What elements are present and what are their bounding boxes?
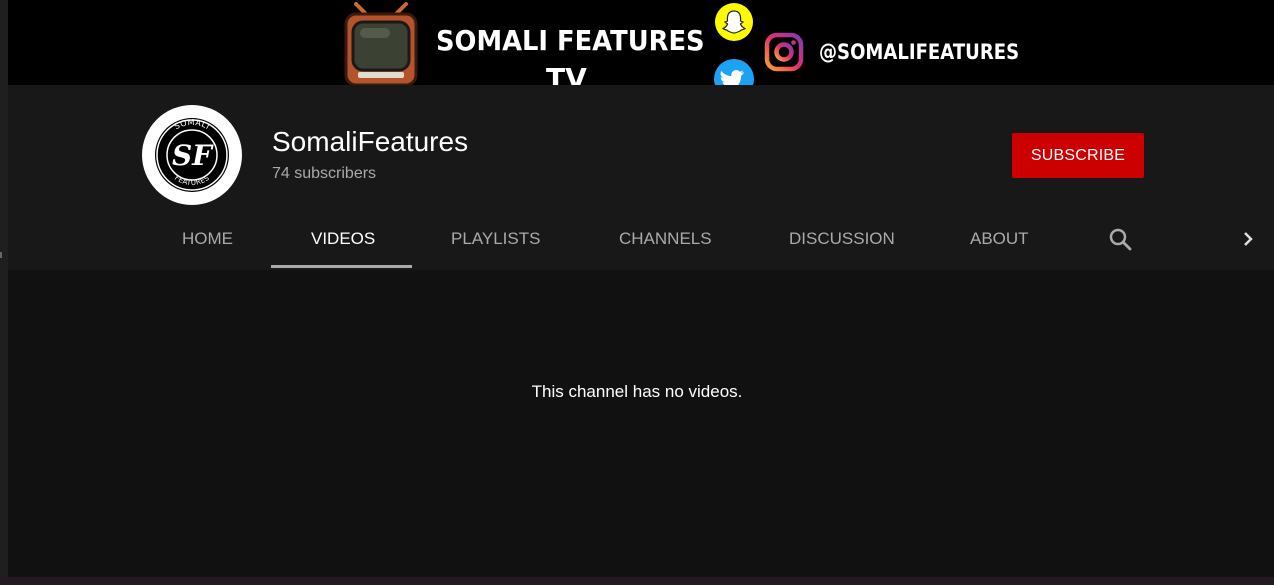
avatar-initials: SF <box>172 139 214 172</box>
snapchat-icon <box>715 3 753 41</box>
youtube-channel-page: SOMALI FEATURES TV @SOMALIFEATURES SOMAL… <box>0 0 1274 585</box>
sf-logo-icon: SOMALI FEATURES SF <box>155 118 229 192</box>
subscriber-count: 74 subscribers <box>272 165 377 182</box>
channel-name: SomaliFeatures <box>272 126 469 157</box>
banner-title: SOMALI FEATURES <box>436 24 705 57</box>
chevron-right-icon[interactable] <box>1236 227 1260 251</box>
tab-about[interactable]: ABOUT <box>970 229 1029 249</box>
subscribe-button[interactable]: SUBSCRIBE <box>1012 133 1144 178</box>
twitter-icon <box>714 59 754 85</box>
instagram-handle: @SOMALIFEATURES <box>819 40 1020 64</box>
channel-header: SOMALI FEATURES SF SomaliFeatures 74 sub… <box>8 85 1274 270</box>
left-edge-strip <box>0 0 8 585</box>
videos-content-area <box>8 270 1274 577</box>
search-icon[interactable] <box>1106 225 1136 255</box>
instagram-icon <box>764 32 804 72</box>
active-tab-indicator <box>271 265 412 268</box>
tab-discussion[interactable]: DISCUSSION <box>789 229 895 249</box>
tab-videos[interactable]: VIDEOS <box>311 229 375 249</box>
tv-icon <box>344 2 418 85</box>
empty-state-message: This channel has no videos. <box>531 382 743 401</box>
bottom-edge-bar <box>0 577 1274 585</box>
banner-title-line2: TV <box>546 62 587 85</box>
tab-playlists[interactable]: PLAYLISTS <box>451 229 540 249</box>
channel-banner: SOMALI FEATURES TV @SOMALIFEATURES <box>8 0 1274 85</box>
tab-channels[interactable]: CHANNELS <box>619 229 712 249</box>
channel-avatar[interactable]: SOMALI FEATURES SF <box>142 105 242 205</box>
tab-home[interactable]: HOME <box>182 229 233 249</box>
